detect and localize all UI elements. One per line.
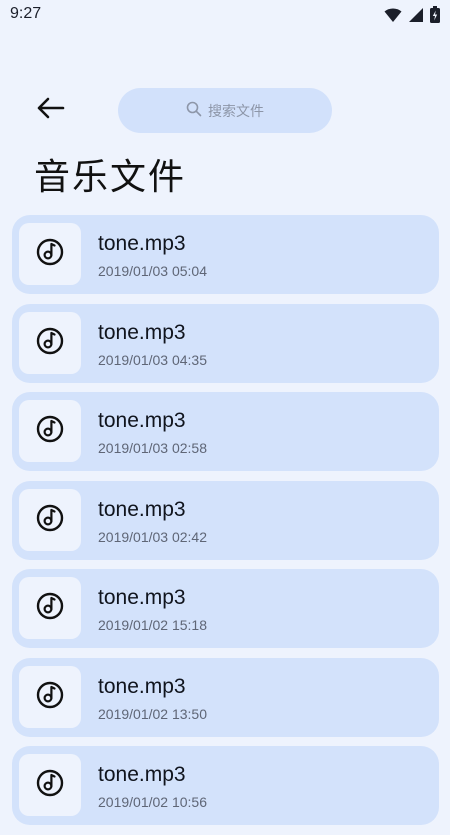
file-item[interactable]: tone.mp3 2019/01/03 02:58 bbox=[12, 392, 439, 471]
file-item[interactable]: tone.mp3 2019/01/03 02:42 bbox=[12, 480, 439, 560]
file-date: 2019/01/02 13:50 bbox=[98, 705, 207, 722]
search-placeholder: 搜索文件 bbox=[208, 103, 264, 120]
file-item[interactable]: tone.mp3 2019/01/02 10:56 bbox=[12, 746, 439, 825]
file-name: tone.mp3 bbox=[98, 320, 186, 344]
file-icon-box bbox=[19, 311, 81, 374]
file-item[interactable]: tone.mp3 2019/01/02 15:18 bbox=[12, 569, 439, 648]
music-note-icon bbox=[35, 326, 65, 360]
file-name: tone.mp3 bbox=[98, 674, 186, 698]
file-icon-box bbox=[19, 223, 81, 285]
arrow-left-icon bbox=[35, 96, 65, 124]
page-title: 音乐文件 bbox=[34, 157, 187, 198]
status-time: 9:27 bbox=[10, 5, 42, 22]
file-item[interactable]: tone.mp3 2019/01/03 05:04 bbox=[12, 215, 439, 294]
signal-icon bbox=[408, 7, 424, 27]
battery-icon bbox=[430, 6, 440, 27]
music-note-icon bbox=[35, 237, 65, 271]
file-name: tone.mp3 bbox=[98, 763, 186, 786]
music-note-icon bbox=[35, 414, 65, 448]
search-input[interactable]: 搜索文件 bbox=[118, 88, 332, 133]
back-button[interactable] bbox=[30, 92, 70, 128]
file-item[interactable]: tone.mp3 2019/01/02 13:50 bbox=[12, 657, 439, 737]
file-date: 2019/01/03 04:35 bbox=[98, 351, 207, 368]
file-icon-box bbox=[19, 488, 81, 551]
music-note-icon bbox=[35, 591, 65, 625]
file-date: 2019/01/02 10:56 bbox=[98, 794, 207, 810]
file-name: tone.mp3 bbox=[98, 586, 186, 609]
search-icon bbox=[186, 101, 202, 121]
file-date: 2019/01/03 02:42 bbox=[98, 528, 207, 545]
file-date: 2019/01/03 05:04 bbox=[98, 263, 207, 279]
wifi-icon bbox=[384, 7, 402, 27]
file-icon-box bbox=[19, 577, 81, 639]
status-bar: 9:27 bbox=[0, 0, 450, 32]
music-note-icon bbox=[35, 768, 65, 802]
file-date: 2019/01/03 02:58 bbox=[98, 440, 207, 456]
file-name: tone.mp3 bbox=[98, 497, 186, 521]
file-list: tone.mp3 2019/01/03 05:04 tone.mp3 2019/… bbox=[12, 215, 439, 835]
file-item[interactable]: tone.mp3 2019/01/03 04:35 bbox=[12, 303, 439, 383]
status-icons bbox=[384, 6, 440, 27]
file-icon-box bbox=[19, 754, 81, 816]
file-name: tone.mp3 bbox=[98, 232, 186, 255]
file-icon-box bbox=[19, 400, 81, 462]
file-icon-box bbox=[19, 665, 81, 728]
music-note-icon bbox=[35, 680, 65, 714]
file-name: tone.mp3 bbox=[98, 409, 186, 432]
file-date: 2019/01/02 15:18 bbox=[98, 617, 207, 633]
music-note-icon bbox=[35, 503, 65, 537]
